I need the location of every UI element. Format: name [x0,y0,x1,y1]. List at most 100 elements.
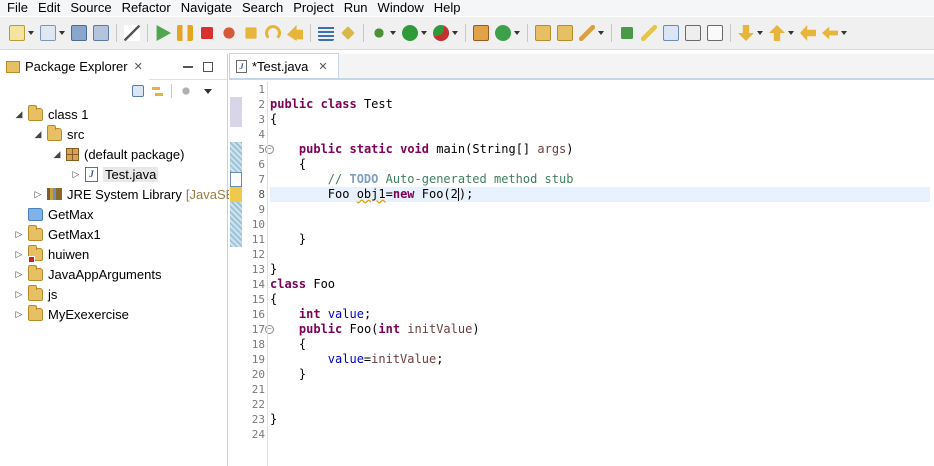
open-type-icon[interactable] [535,25,551,41]
step-return-icon[interactable] [287,25,303,41]
back-dropdown-icon[interactable] [841,31,847,35]
back-icon[interactable] [822,26,838,40]
line-number: 12 [251,248,265,261]
close-icon[interactable]: ✕ [134,60,143,73]
close-icon[interactable]: ✕ [318,60,327,73]
collapsed-arrow-icon[interactable]: ▷ [71,169,81,180]
collapsed-arrow-icon[interactable]: ▷ [14,229,24,240]
expanded-arrow-icon[interactable]: ◢ [52,149,62,160]
tree-item[interactable]: ▷ GetMax1 [14,224,101,244]
tree-item[interactable]: ▷ js [14,284,57,304]
code-editor[interactable]: 1 2 3 4 5 6 7 8 9 10 11 12 13 14 15 16 17 18 19 20 21 22 23 24−… [229,82,934,466]
link-with-editor-icon[interactable] [150,84,164,98]
menu-search[interactable]: Search [237,0,288,16]
save-icon[interactable] [71,25,87,41]
suspend-icon[interactable] [177,25,193,41]
menu-window[interactable]: Window [373,0,429,16]
new-java-class-icon[interactable] [495,25,511,41]
menu-file[interactable]: File [2,0,33,16]
keyword-class: class [320,97,357,111]
blue-folder-icon [28,207,43,221]
disconnect-icon[interactable] [223,27,235,39]
menu-refactor[interactable]: Refactor [117,0,176,16]
show-whitespace-icon[interactable] [685,25,701,41]
tree-item[interactable]: ◢ (default package) [52,144,185,164]
collapsed-arrow-icon[interactable]: ▷ [14,289,24,300]
tree-item[interactable]: ◢ src [33,124,84,144]
tree-item[interactable]: ▷ J Test.java [71,164,159,184]
project-folder-icon [28,224,43,241]
focus-on-active-task-icon[interactable] [179,84,193,98]
collapsed-arrow-icon[interactable]: ▷ [33,189,43,200]
skip-breakpoints-icon[interactable] [124,25,140,41]
tab-test-java[interactable]: J *Test.java ✕ [229,53,339,78]
resume-icon[interactable] [156,25,171,41]
keyword-class: class [270,277,307,291]
collapsed-arrow-icon[interactable]: ▷ [14,249,24,260]
terminate-icon[interactable] [201,27,213,39]
show-paragraph-icon[interactable] [707,25,723,41]
toggle-block-selection-icon[interactable] [663,25,679,41]
maximize-icon[interactable] [203,61,213,72]
new-icon[interactable] [9,25,25,41]
minimize-icon[interactable] [183,65,193,68]
menu-run[interactable]: Run [339,0,373,16]
run-external-tools-icon[interactable] [433,25,449,41]
tree-item[interactable]: GetMax [14,204,94,224]
line-number: 5 [258,143,265,156]
menu-project[interactable]: Project [288,0,338,16]
line-number: 21 [251,383,265,396]
keyword-public: public [270,97,314,111]
menu-source[interactable]: Source [65,0,116,16]
previous-annotation-dropdown-icon[interactable] [788,31,794,35]
line-number: 17 [251,323,265,336]
toggle-mark-occurrences-icon[interactable] [641,25,657,41]
previous-annotation-icon[interactable] [769,25,785,41]
tree-item[interactable]: ▷ JRE System Library [JavaSE [33,184,235,204]
last-edit-location-icon[interactable] [800,25,816,41]
library-icon [47,188,62,200]
package-explorer-tab[interactable]: Package Explorer ✕ [0,53,149,80]
next-annotation-icon[interactable] [738,25,754,41]
search-pen-icon[interactable] [579,25,595,41]
debug-dropdown-icon[interactable] [390,31,396,35]
menu-edit[interactable]: Edit [33,0,65,16]
new-dropdown-icon[interactable] [28,31,34,35]
view-menu-icon[interactable] [204,88,212,94]
new-class-dropdown-icon[interactable] [514,31,520,35]
run-dropdown-icon[interactable] [421,31,427,35]
expanded-arrow-icon[interactable]: ◢ [14,109,24,120]
external-tools-dropdown-icon[interactable] [452,31,458,35]
menu-help[interactable]: Help [429,0,466,16]
collapse-all-icon[interactable] [132,85,144,97]
new-java-project-icon[interactable] [473,25,489,41]
code-line-23: } [270,412,277,427]
tree-item[interactable]: ▷ MyExexercise [14,304,129,324]
open-task-icon[interactable] [557,25,573,41]
next-annotation-dropdown-icon[interactable] [757,31,763,35]
tree-item-label: class 1 [48,106,89,122]
line-number-gutter: 1 2 3 4 5 6 7 8 9 10 11 12 13 14 15 16 17 18 19 20 21 22 23 24−… [243,82,274,466]
debug-icon[interactable] [371,25,387,41]
expanded-arrow-icon[interactable]: ◢ [33,129,43,140]
tree-item[interactable]: ▷ huiwen [14,244,89,264]
run-icon[interactable] [402,25,418,41]
new-wizard-dropdown-icon[interactable] [59,31,65,35]
coverage-icon[interactable] [318,25,334,41]
step-into-icon[interactable] [245,27,257,39]
quick-access-icon[interactable] [621,27,633,39]
toolbar-separator [171,84,172,98]
tree-item[interactable]: ▷ JavaAppArguments [14,264,161,284]
collapsed-arrow-icon[interactable]: ▷ [14,309,24,320]
new-wizard-icon[interactable] [40,25,56,41]
tree-item[interactable]: ◢ class 1 [14,104,88,124]
collapsed-arrow-icon[interactable]: ▷ [14,269,24,280]
menu-navigate[interactable]: Navigate [176,0,237,16]
statement-end: ; [436,352,444,366]
code-line-2: public class Test [270,97,393,112]
code-text[interactable]: public class Test { public static void m… [270,82,930,466]
use-step-filters-icon[interactable] [341,26,355,40]
save-all-icon[interactable] [93,25,109,41]
step-over-icon[interactable] [265,25,281,41]
search-dropdown-icon[interactable] [598,31,604,35]
